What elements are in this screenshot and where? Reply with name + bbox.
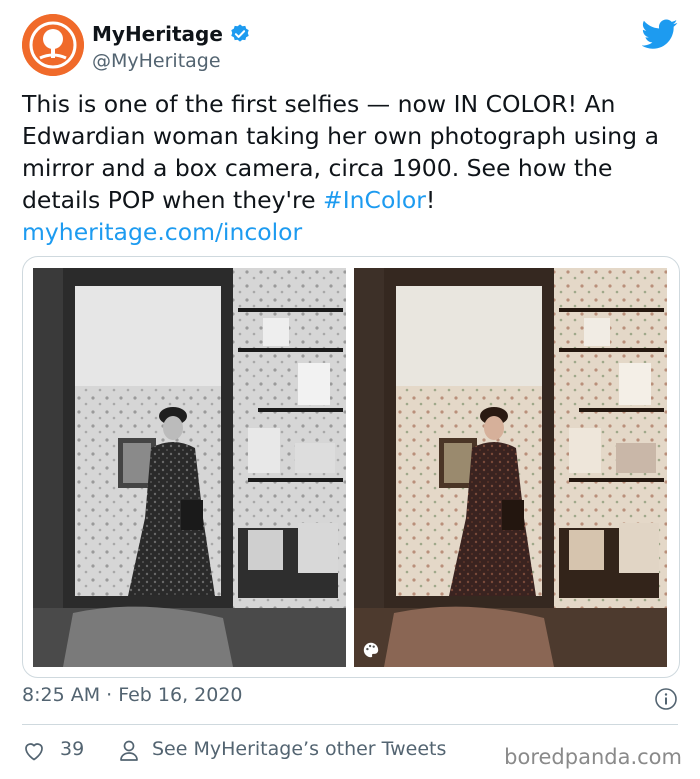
url-link[interactable]: myheritage.com/incolor bbox=[22, 218, 302, 246]
author-name[interactable]: MyHeritage bbox=[92, 22, 223, 46]
hashtag-link[interactable]: #InColor bbox=[323, 186, 426, 214]
like-count[interactable]: 39 bbox=[60, 738, 84, 760]
media-card[interactable] bbox=[22, 256, 680, 678]
watermark: boredpanda.com bbox=[504, 745, 682, 769]
myheritage-logo bbox=[22, 14, 84, 76]
tweet-body-end: ! bbox=[425, 186, 436, 214]
tweet-header: MyHeritage @MyHeritage bbox=[22, 14, 682, 80]
tweet-text: This is one of the first selfies — now I… bbox=[22, 88, 682, 248]
twitter-bird-icon[interactable] bbox=[642, 16, 678, 52]
bw-photo-image bbox=[33, 268, 346, 667]
tweet-timestamp[interactable]: 8:25 AM · Feb 16, 2020 bbox=[22, 684, 243, 706]
info-icon[interactable] bbox=[654, 687, 678, 711]
avatar[interactable] bbox=[22, 14, 84, 76]
author-name-row: MyHeritage bbox=[92, 22, 251, 46]
divider bbox=[22, 724, 678, 725]
person-icon bbox=[120, 740, 138, 761]
bw-photo[interactable] bbox=[33, 268, 346, 667]
color-photo-image bbox=[354, 268, 667, 667]
color-photo[interactable] bbox=[354, 268, 667, 667]
verified-badge-icon bbox=[231, 24, 249, 42]
author-handle[interactable]: @MyHeritage bbox=[92, 50, 221, 72]
other-tweets-link[interactable]: See MyHeritage’s other Tweets bbox=[152, 738, 446, 760]
heart-icon[interactable] bbox=[22, 739, 46, 763]
palette-icon bbox=[363, 642, 379, 658]
